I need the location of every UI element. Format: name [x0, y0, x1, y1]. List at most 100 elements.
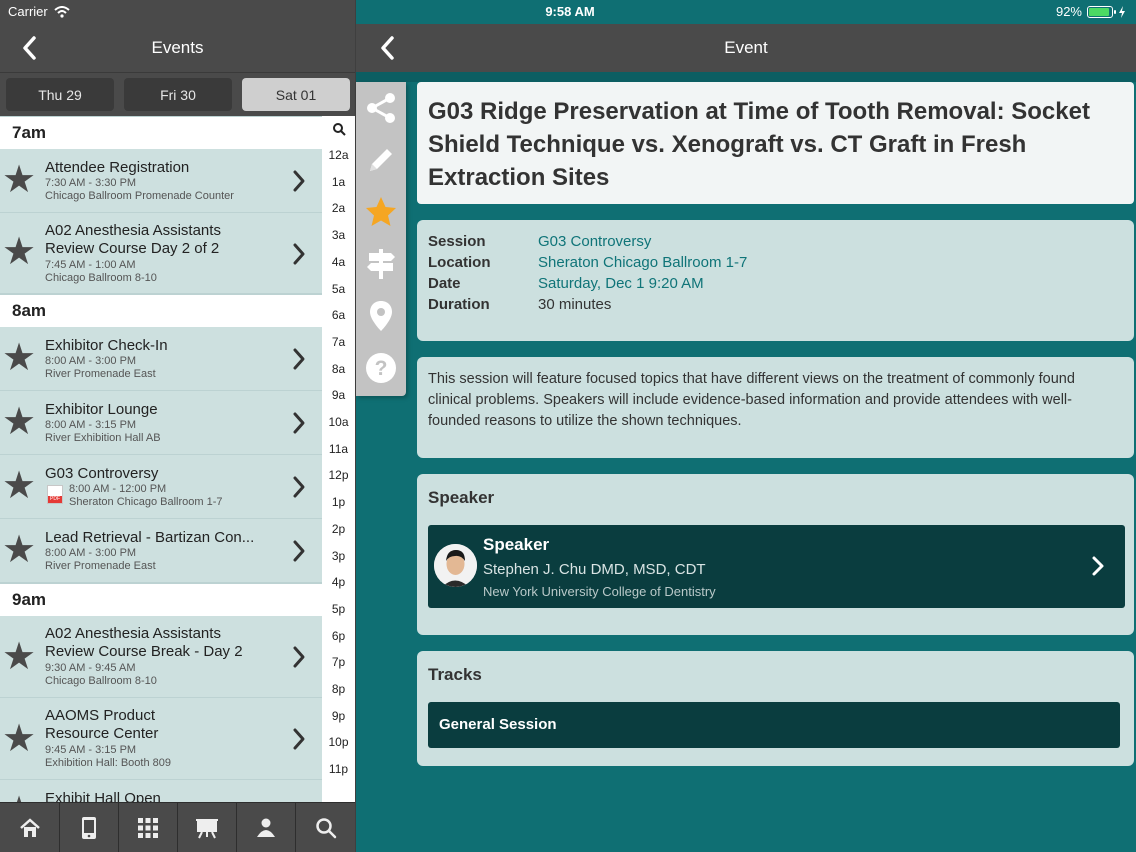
hour-index-item[interactable]: 9p	[322, 709, 355, 723]
date-link[interactable]: Saturday, Dec 1 9:20 AM	[538, 275, 704, 292]
session-link[interactable]: G03 Controversy	[538, 233, 651, 250]
star-icon[interactable]: ★	[2, 233, 36, 271]
speaker-row-heading: Speaker	[483, 535, 550, 554]
grid-icon	[138, 818, 158, 838]
event-title: Exhibitor Lounge	[45, 401, 158, 418]
tab-person[interactable]	[236, 803, 295, 852]
map-pin-icon	[370, 301, 392, 331]
event-title: Exhibitor Check-In	[45, 337, 168, 354]
duration-row: Duration 30 minutes	[428, 296, 1118, 316]
session-label: Session	[428, 233, 486, 250]
hour-index-item[interactable]: 2p	[322, 522, 355, 536]
hour-index-item[interactable]: 5a	[322, 282, 355, 296]
day-tab-thu[interactable]: Thu 29	[6, 78, 114, 111]
hour-header: 9am	[0, 583, 322, 616]
hour-index-item[interactable]: 6a	[322, 308, 355, 322]
event-time: 9:45 AM - 3:15 PM	[45, 744, 137, 756]
notes-button[interactable]	[363, 142, 399, 178]
star-icon[interactable]: ★	[2, 339, 36, 377]
event-row[interactable]: ★ G03 Controversy 8:00 AM - 12:00 PM She…	[0, 455, 322, 519]
star-icon[interactable]: ★	[2, 403, 36, 441]
battery-percent: 92%	[1055, 4, 1082, 19]
events-navbar: Events	[0, 24, 355, 72]
chevron-right-icon	[293, 646, 305, 668]
hour-index-item[interactable]: 11a	[322, 442, 355, 456]
events-pane: Events Thu 29 Fri 30 Sat 01 7am ★ Attend…	[0, 0, 355, 852]
event-row[interactable]: ★ A02 Anesthesia Assistants Review Cours…	[0, 213, 322, 294]
event-row[interactable]: ★ Exhibitor Check-In 8:00 AM - 3:00 PM R…	[0, 327, 322, 391]
hour-index-item[interactable]: 12p	[322, 468, 355, 482]
tab-phone[interactable]	[59, 803, 118, 852]
event-location: Chicago Ballroom 8-10	[45, 675, 157, 687]
track-item[interactable]: General Session	[428, 702, 1120, 748]
charging-icon	[1119, 5, 1125, 18]
location-link[interactable]: Sheraton Chicago Ballroom 1-7	[538, 254, 747, 271]
tracks-heading: Tracks	[428, 665, 482, 684]
hour-index-item[interactable]: 10p	[322, 735, 355, 749]
event-time: 7:30 AM - 3:30 PM	[45, 177, 137, 189]
hour-index-item[interactable]: 10a	[322, 415, 355, 429]
speaker-card: Speaker Speaker Stephen J. Chu DMD, MSD,…	[417, 474, 1134, 635]
event-row[interactable]: ★ A02 Anesthesia Assistants Review Cours…	[0, 616, 322, 698]
star-icon[interactable]: ★	[2, 638, 36, 676]
star-icon[interactable]: ★	[2, 161, 36, 199]
day-tab-fri[interactable]: Fri 30	[124, 78, 232, 111]
status-bar: Carrier 9:58 AM 92%	[0, 0, 1136, 24]
hour-index-item[interactable]: 9a	[322, 388, 355, 402]
map-button[interactable]	[363, 298, 399, 334]
event-location: Chicago Ballroom 8-10	[45, 272, 157, 284]
chevron-right-icon	[293, 540, 305, 562]
hour-index-item[interactable]: 4a	[322, 255, 355, 269]
hour-index-item[interactable]: 6p	[322, 629, 355, 643]
hour-index-item[interactable]: 4p	[322, 575, 355, 589]
star-icon[interactable]: ★	[2, 720, 36, 758]
event-row[interactable]: ★ Lead Retrieval - Bartizan Con... 8:00 …	[0, 519, 322, 583]
hour-index-item[interactable]: 1p	[322, 495, 355, 509]
event-location: Chicago Ballroom Promenade Counter	[45, 190, 234, 202]
event-info-card: Session G03 Controversy Location Sherato…	[417, 220, 1134, 341]
star-icon[interactable]: ★	[2, 792, 36, 802]
event-title: Exhibit Hall Open	[45, 790, 161, 802]
hour-index-item[interactable]: 7p	[322, 655, 355, 669]
hour-index-item[interactable]: 8a	[322, 362, 355, 376]
event-row[interactable]: ★ Exhibit Hall Open	[0, 780, 322, 802]
hour-index-item[interactable]: 7a	[322, 335, 355, 349]
star-icon[interactable]: ★	[2, 531, 36, 569]
hour-index-item[interactable]: 3p	[322, 549, 355, 563]
event-navbar: Event	[356, 24, 1136, 72]
hour-index-item[interactable]: 2a	[322, 201, 355, 215]
event-title: A02 Anesthesia Assistants Review Course …	[45, 625, 243, 660]
directions-button[interactable]	[363, 246, 399, 282]
event-location: River Exhibition Hall AB	[45, 432, 161, 444]
avatar	[434, 544, 477, 587]
day-tab-sat[interactable]: Sat 01	[242, 78, 350, 111]
hour-index-item[interactable]: 1a	[322, 175, 355, 189]
hour-index-item[interactable]: 11p	[322, 762, 355, 776]
tab-grid[interactable]	[118, 803, 177, 852]
search-icon[interactable]	[332, 122, 346, 136]
presentation-icon	[196, 819, 218, 839]
star-icon[interactable]: ★	[2, 467, 36, 505]
speaker-name: Stephen J. Chu DMD, MSD, CDT	[483, 561, 706, 578]
hour-index-item[interactable]: 3a	[322, 228, 355, 242]
event-location: Sheraton Chicago Ballroom 1-7	[69, 496, 223, 508]
tab-search[interactable]	[295, 803, 355, 852]
event-row[interactable]: ★ AAOMS Product Resource Center 9:45 AM …	[0, 698, 322, 780]
star-icon	[366, 197, 396, 226]
share-button[interactable]	[363, 90, 399, 126]
help-button[interactable]: ?	[363, 350, 399, 386]
favorite-button[interactable]	[363, 194, 399, 230]
chevron-right-icon	[293, 170, 305, 192]
event-row[interactable]: ★ Exhibitor Lounge 8:00 AM - 3:15 PM Riv…	[0, 391, 322, 455]
event-title-card: G03 Ridge Preservation at Time of Tooth …	[417, 82, 1134, 204]
tab-presentation[interactable]	[177, 803, 236, 852]
chevron-right-icon	[293, 348, 305, 370]
hour-index-item[interactable]: 12a	[322, 148, 355, 162]
hour-index-item[interactable]: 5p	[322, 602, 355, 616]
signpost-icon	[367, 249, 395, 279]
speaker-row[interactable]: Speaker Stephen J. Chu DMD, MSD, CDT New…	[428, 525, 1125, 608]
event-row[interactable]: ★ Attendee Registration 7:30 AM - 3:30 P…	[0, 149, 322, 213]
hour-index-item[interactable]: 8p	[322, 682, 355, 696]
tab-home[interactable]	[0, 803, 59, 852]
event-title: Lead Retrieval - Bartizan Con...	[45, 529, 255, 546]
